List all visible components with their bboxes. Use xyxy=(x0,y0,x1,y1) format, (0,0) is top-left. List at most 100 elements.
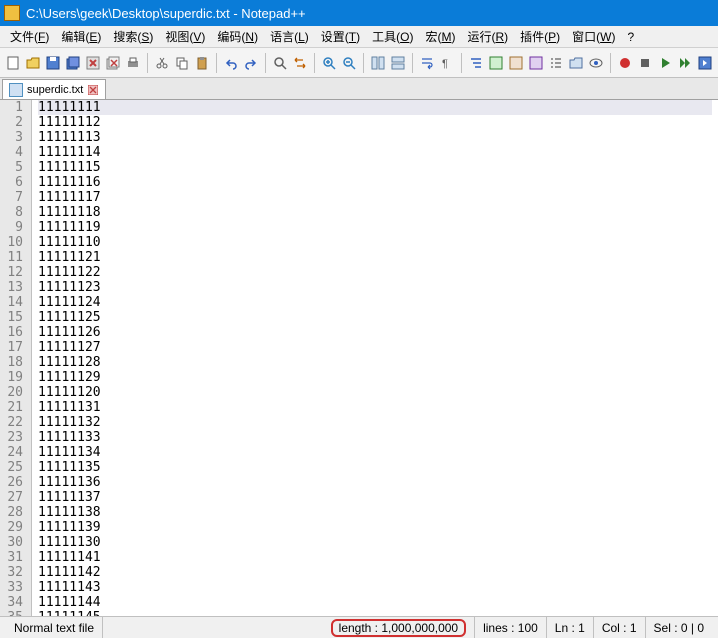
code-line[interactable]: 11111118 xyxy=(38,205,712,220)
playback-multi-button[interactable] xyxy=(676,53,694,73)
separator xyxy=(461,53,462,73)
code-line[interactable]: 11111125 xyxy=(38,310,712,325)
close-tab-icon[interactable] xyxy=(87,84,99,96)
code-line[interactable]: 11111126 xyxy=(38,325,712,340)
line-number: 14 xyxy=(4,295,23,310)
line-number: 3 xyxy=(4,130,23,145)
code-line[interactable]: 11111110 xyxy=(38,235,712,250)
separator xyxy=(314,53,315,73)
code-line[interactable]: 11111112 xyxy=(38,115,712,130)
redo-button[interactable] xyxy=(242,53,260,73)
menu-item[interactable]: 编码(N) xyxy=(211,26,264,47)
save-button[interactable] xyxy=(44,53,62,73)
code-line[interactable]: 11111138 xyxy=(38,505,712,520)
replace-button[interactable] xyxy=(291,53,309,73)
stop-macro-button[interactable] xyxy=(636,53,654,73)
doc-map-button[interactable] xyxy=(507,53,525,73)
menu-item[interactable]: 语言(L) xyxy=(264,26,315,47)
new-file-button[interactable] xyxy=(4,53,22,73)
func-list-button[interactable] xyxy=(547,53,565,73)
menu-item[interactable]: 运行(R) xyxy=(461,26,514,47)
status-length-hl: length : 1,000,000,000 xyxy=(331,619,466,637)
code-line[interactable]: 11111133 xyxy=(38,430,712,445)
copy-button[interactable] xyxy=(173,53,191,73)
open-file-button[interactable] xyxy=(24,53,42,73)
code-line[interactable]: 11111123 xyxy=(38,280,712,295)
close-button[interactable] xyxy=(84,53,102,73)
save-macro-button[interactable] xyxy=(696,53,714,73)
find-button[interactable] xyxy=(271,53,289,73)
code-line[interactable]: 11111132 xyxy=(38,415,712,430)
separator xyxy=(610,53,611,73)
code-line[interactable]: 11111135 xyxy=(38,460,712,475)
doc-list-button[interactable] xyxy=(527,53,545,73)
separator xyxy=(265,53,266,73)
paste-button[interactable] xyxy=(193,53,211,73)
code-line[interactable]: 11111130 xyxy=(38,535,712,550)
code-line[interactable]: 11111111 xyxy=(38,100,712,115)
document-icon xyxy=(9,83,23,97)
print-button[interactable] xyxy=(124,53,142,73)
monitoring-button[interactable] xyxy=(587,53,605,73)
code-line[interactable]: 11111137 xyxy=(38,490,712,505)
sync-h-button[interactable] xyxy=(389,53,407,73)
code-line[interactable]: 11111144 xyxy=(38,595,712,610)
menu-item[interactable]: 视图(V) xyxy=(159,26,211,47)
user-lang-button[interactable] xyxy=(487,53,505,73)
menu-item[interactable]: 工具(O) xyxy=(366,26,419,47)
code-line[interactable]: 11111141 xyxy=(38,550,712,565)
code-line[interactable]: 11111129 xyxy=(38,370,712,385)
code-line[interactable]: 11111122 xyxy=(38,265,712,280)
menu-item[interactable]: 搜索(S) xyxy=(107,26,159,47)
separator xyxy=(412,53,413,73)
code-line[interactable]: 11111142 xyxy=(38,565,712,580)
menu-item[interactable]: 插件(P) xyxy=(514,26,566,47)
code-line[interactable]: 11111117 xyxy=(38,190,712,205)
line-number: 8 xyxy=(4,205,23,220)
code-line[interactable]: 11111115 xyxy=(38,160,712,175)
tab-active[interactable]: superdic.txt xyxy=(2,79,106,99)
indent-guide-button[interactable] xyxy=(467,53,485,73)
menu-item[interactable]: 窗口(W) xyxy=(566,26,621,47)
zoom-in-button[interactable] xyxy=(320,53,338,73)
code-line[interactable]: 11111124 xyxy=(38,295,712,310)
code-line[interactable]: 11111128 xyxy=(38,355,712,370)
show-all-chars-button[interactable]: ¶ xyxy=(438,53,456,73)
editor-area[interactable]: 1234567891011121314151617181920212223242… xyxy=(0,100,718,616)
code-line[interactable]: 11111113 xyxy=(38,130,712,145)
code-line[interactable]: 11111139 xyxy=(38,520,712,535)
cut-button[interactable] xyxy=(153,53,171,73)
undo-button[interactable] xyxy=(222,53,240,73)
save-all-button[interactable] xyxy=(64,53,82,73)
record-macro-button[interactable] xyxy=(616,53,634,73)
code-line[interactable]: 11111116 xyxy=(38,175,712,190)
code-line[interactable]: 11111131 xyxy=(38,400,712,415)
sync-v-button[interactable] xyxy=(369,53,387,73)
menu-item[interactable]: 编辑(E) xyxy=(55,26,107,47)
menu-item[interactable]: 宏(M) xyxy=(419,26,461,47)
text-content[interactable]: 1111111111111112111111131111111411111115… xyxy=(32,100,718,616)
menu-item[interactable]: 文件(F) xyxy=(4,26,55,47)
code-line[interactable]: 11111119 xyxy=(38,220,712,235)
play-macro-button[interactable] xyxy=(656,53,674,73)
menu-item[interactable]: ? xyxy=(621,28,640,46)
code-line[interactable]: 11111120 xyxy=(38,385,712,400)
separator xyxy=(147,53,148,73)
code-line[interactable]: 11111136 xyxy=(38,475,712,490)
code-line[interactable]: 11111143 xyxy=(38,580,712,595)
line-number: 20 xyxy=(4,385,23,400)
zoom-out-button[interactable] xyxy=(340,53,358,73)
tab-label: superdic.txt xyxy=(27,84,83,96)
separator xyxy=(363,53,364,73)
menu-item[interactable]: 设置(T) xyxy=(315,26,366,47)
status-sel: Sel : 0 | 0 xyxy=(646,617,712,638)
line-number: 25 xyxy=(4,460,23,475)
close-all-button[interactable] xyxy=(104,53,122,73)
folder-workspace-button[interactable] xyxy=(567,53,585,73)
code-line[interactable]: 11111121 xyxy=(38,250,712,265)
line-number: 11 xyxy=(4,250,23,265)
code-line[interactable]: 11111134 xyxy=(38,445,712,460)
code-line[interactable]: 11111127 xyxy=(38,340,712,355)
wordwrap-button[interactable] xyxy=(418,53,436,73)
code-line[interactable]: 11111114 xyxy=(38,145,712,160)
